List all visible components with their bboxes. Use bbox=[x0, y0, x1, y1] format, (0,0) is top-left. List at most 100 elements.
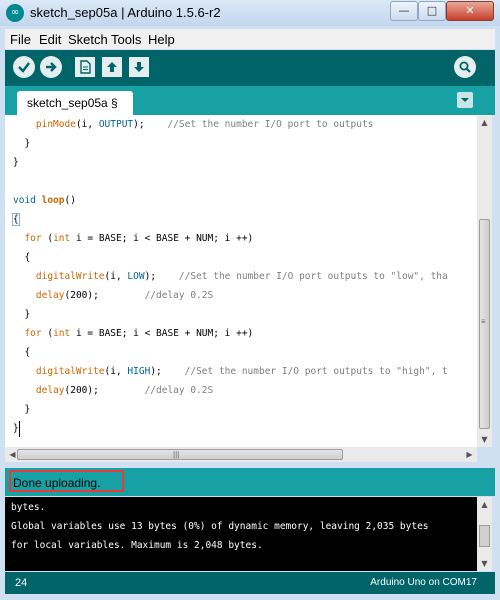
code-token: HIGH bbox=[127, 366, 151, 377]
code-token: loop bbox=[41, 195, 65, 206]
code-editor[interactable]: pinMode(i, OUTPUT); //Set the number I/O… bbox=[5, 115, 477, 447]
code-token: { bbox=[12, 213, 20, 226]
code-line[interactable]: for (int i = BASE; i < BASE + NUM; i ++) bbox=[13, 324, 253, 343]
code-token: } bbox=[13, 138, 31, 149]
code-token: ); bbox=[144, 271, 179, 282]
console-output[interactable]: bytes. Global variables use 13 bytes (0%… bbox=[5, 497, 477, 571]
code-token: } bbox=[13, 157, 19, 168]
code-token: for bbox=[24, 328, 42, 339]
code-token: int bbox=[53, 233, 71, 244]
code-token: pinMode bbox=[35, 119, 76, 130]
maximize-button[interactable]: □ bbox=[418, 1, 446, 21]
code-token: void bbox=[13, 195, 42, 206]
code-token: LOW bbox=[127, 271, 145, 282]
code-line[interactable]: for (int i = BASE; i < BASE + NUM; i ++) bbox=[13, 229, 253, 248]
code-token: ( bbox=[41, 328, 54, 339]
line-number: 24 bbox=[15, 577, 28, 589]
verify-button[interactable] bbox=[13, 56, 35, 78]
code-line[interactable]: digitalWrite(i, HIGH); //Set the number … bbox=[13, 362, 448, 381]
scroll-right-arrow[interactable]: ▶ bbox=[462, 447, 477, 462]
menu-help[interactable]: Help bbox=[148, 32, 175, 47]
code-line[interactable]: } bbox=[13, 305, 30, 324]
tab-sketch[interactable]: sketch_sep05a § bbox=[17, 91, 133, 115]
text-cursor bbox=[19, 421, 20, 437]
code-token: OUTPUT bbox=[98, 119, 134, 130]
close-button[interactable]: ✕ bbox=[446, 1, 494, 21]
title-bar[interactable]: ∞ sketch_sep05a | Arduino 1.5.6-r2 — □ ✕ bbox=[0, 0, 500, 26]
console-line: Global variables use 13 bytes (0%) of dy… bbox=[11, 521, 429, 532]
code-line[interactable]: pinMode(i, OUTPUT); //Set the number I/O… bbox=[13, 115, 374, 134]
code-token: (i, bbox=[104, 366, 128, 377]
serial-monitor-button[interactable] bbox=[454, 56, 476, 78]
serial-monitor-icon bbox=[459, 61, 471, 73]
code-token: (200); bbox=[64, 290, 145, 301]
highlight-box bbox=[9, 470, 124, 492]
menu-tools[interactable]: Tools bbox=[111, 32, 141, 47]
code-token: //Set the number I/O port outputs to "hi… bbox=[184, 366, 448, 377]
code-token: (i, bbox=[75, 119, 99, 130]
menu-file[interactable]: File bbox=[10, 32, 31, 47]
code-token: //delay 0.2S bbox=[144, 385, 214, 396]
scrollbar-thumb[interactable]: ≡ bbox=[479, 219, 490, 429]
save-button[interactable] bbox=[129, 57, 149, 77]
board-port-label: Arduino Uno on COM17 bbox=[370, 577, 477, 588]
code-line[interactable]: } bbox=[13, 419, 19, 438]
code-token: { bbox=[13, 252, 31, 263]
code-token: ); bbox=[150, 366, 185, 377]
upload-button[interactable] bbox=[40, 56, 62, 78]
code-line[interactable]: } bbox=[13, 153, 19, 172]
code-token: i = BASE; i < BASE + NUM; i ++) bbox=[70, 328, 254, 339]
scroll-grip-icon: ≡ bbox=[481, 317, 486, 326]
code-line[interactable]: } bbox=[13, 400, 30, 419]
code-line[interactable]: digitalWrite(i, LOW); //Set the number I… bbox=[13, 267, 448, 286]
new-button[interactable] bbox=[75, 57, 95, 77]
new-icon bbox=[80, 60, 91, 74]
code-token: ( bbox=[41, 233, 54, 244]
console-scrollbar-thumb[interactable] bbox=[479, 525, 490, 547]
console-scroll-up-arrow[interactable]: ▲ bbox=[477, 497, 492, 512]
code-token: { bbox=[13, 347, 31, 358]
code-line[interactable]: { bbox=[13, 248, 30, 267]
save-icon bbox=[134, 62, 144, 72]
code-token: (200); bbox=[64, 385, 145, 396]
console-scrollbar[interactable]: ▲ ▼ bbox=[477, 497, 492, 571]
menu-bar: File Edit Sketch Tools Help bbox=[5, 29, 495, 49]
code-token: delay bbox=[35, 290, 65, 301]
menu-sketch[interactable]: Sketch bbox=[68, 32, 108, 47]
footer-bar: 24 Arduino Uno on COM17 bbox=[5, 572, 495, 594]
console-scroll-down-arrow[interactable]: ▼ bbox=[477, 556, 492, 571]
hscroll-grip-icon: ||| bbox=[173, 450, 180, 459]
code-line[interactable]: void loop() bbox=[13, 191, 76, 210]
open-button[interactable] bbox=[102, 57, 122, 77]
code-line[interactable]: { bbox=[12, 210, 20, 229]
window-title: sketch_sep05a | Arduino 1.5.6-r2 bbox=[30, 5, 221, 20]
horizontal-scrollbar-thumb[interactable]: ||| bbox=[17, 449, 343, 460]
code-line[interactable]: delay(200); //delay 0.2S bbox=[13, 286, 213, 305]
code-line[interactable]: } bbox=[13, 134, 30, 153]
minimize-button[interactable]: — bbox=[390, 1, 418, 21]
editor-horizontal-scrollbar[interactable]: ◀ ||| ▶ bbox=[5, 447, 477, 462]
arduino-ide-window: ∞ sketch_sep05a | Arduino 1.5.6-r2 — □ ✕… bbox=[0, 0, 500, 600]
code-token: //Set the number I/O port to outputs bbox=[167, 119, 374, 130]
scroll-up-arrow[interactable]: ▲ bbox=[477, 115, 492, 130]
code-token: } bbox=[13, 423, 19, 434]
scroll-down-arrow[interactable]: ▼ bbox=[477, 432, 492, 447]
tab-menu-button[interactable] bbox=[457, 92, 473, 108]
toolbar bbox=[5, 50, 495, 86]
tab-bar: sketch_sep05a § bbox=[5, 86, 495, 115]
code-token: i = BASE; i < BASE + NUM; i ++) bbox=[70, 233, 254, 244]
verify-icon bbox=[18, 62, 30, 73]
code-token: int bbox=[53, 328, 71, 339]
code-line[interactable]: { bbox=[13, 343, 30, 362]
code-token: } bbox=[13, 309, 31, 320]
editor-vertical-scrollbar[interactable]: ▲ ≡ ▼ bbox=[477, 115, 492, 447]
code-line[interactable]: delay(200); //delay 0.2S bbox=[13, 381, 213, 400]
code-token: for bbox=[24, 233, 42, 244]
menu-edit[interactable]: Edit bbox=[39, 32, 61, 47]
